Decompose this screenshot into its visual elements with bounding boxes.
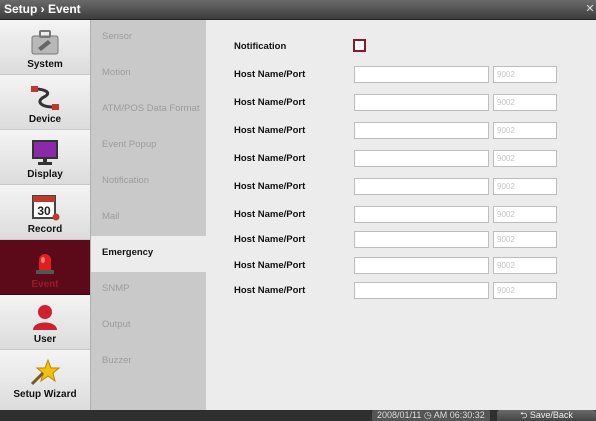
- submenu-item-notification[interactable]: Notification: [91, 164, 206, 200]
- sidebar-item-user[interactable]: User: [0, 295, 90, 350]
- sidebar-item-label: Record: [27, 224, 63, 235]
- host-name-input[interactable]: [354, 231, 489, 248]
- star-wand-icon: [30, 358, 60, 386]
- submenu-item-label: Buzzer: [102, 355, 132, 366]
- datetime-display: 2008/01/11 ◷ AM 06:30:32: [372, 410, 490, 421]
- window-title: Setup › Event: [4, 2, 81, 16]
- host-name-input[interactable]: [354, 282, 489, 299]
- port-input[interactable]: 9002: [493, 66, 557, 83]
- event-submenu: Sensor Motion ATM/POS Data Format Event …: [91, 20, 206, 410]
- host-port-label: Host Name/Port: [234, 285, 306, 296]
- sidebar-item-label: User: [33, 334, 57, 345]
- port-input[interactable]: 9002: [493, 231, 557, 248]
- port-input[interactable]: 9002: [493, 282, 557, 299]
- sidebar-item-label: System: [27, 59, 63, 70]
- submenu-item-label: Emergency: [102, 247, 154, 258]
- submenu-item-label: Mail: [102, 211, 120, 222]
- submenu-item-snmp[interactable]: SNMP: [91, 272, 206, 308]
- port-input[interactable]: 9002: [493, 94, 557, 111]
- port-input[interactable]: 9002: [493, 178, 557, 195]
- submenu-item-buzzer[interactable]: Buzzer: [91, 344, 206, 380]
- host-name-input[interactable]: [354, 150, 489, 167]
- port-input[interactable]: 9002: [493, 206, 557, 223]
- svg-text:30: 30: [37, 204, 51, 218]
- host-port-label: Host Name/Port: [234, 69, 306, 80]
- sidebar-item-event[interactable]: Event: [0, 240, 90, 295]
- save-back-button[interactable]: ⮌ Save/Back: [497, 410, 596, 421]
- host-name-input[interactable]: [354, 122, 489, 139]
- host-name-input[interactable]: [354, 66, 489, 83]
- siren-icon: [36, 254, 54, 274]
- title-bar: Setup › Event ✕: [0, 0, 596, 20]
- submenu-item-label: Output: [102, 319, 131, 330]
- toolbox-icon: [31, 30, 59, 55]
- host-name-input[interactable]: [354, 257, 489, 274]
- sidebar-item-device[interactable]: Device: [0, 75, 90, 130]
- port-input[interactable]: 9002: [493, 122, 557, 139]
- submenu-item-label: ATM/POS Data Format: [102, 103, 200, 114]
- port-input[interactable]: 9002: [493, 257, 557, 274]
- sidebar-item-label: Device: [28, 114, 62, 125]
- user-icon: [33, 305, 57, 330]
- submenu-item-motion[interactable]: Motion: [91, 56, 206, 92]
- host-port-label: Host Name/Port: [234, 181, 306, 192]
- submenu-item-label: Event Popup: [102, 139, 157, 150]
- submenu-item-emergency[interactable]: Emergency: [91, 236, 206, 272]
- cable-icon: [31, 86, 59, 110]
- host-port-label: Host Name/Port: [234, 97, 306, 108]
- submenu-item-mail[interactable]: Mail: [91, 200, 206, 236]
- host-port-label: Host Name/Port: [234, 153, 306, 164]
- submenu-item-label: Notification: [102, 175, 149, 186]
- notification-label: Notification: [234, 41, 287, 52]
- emergency-settings-panel: Notification Host Name/Port 9002 Host Na…: [206, 20, 596, 410]
- submenu-item-sensor[interactable]: Sensor: [91, 20, 206, 56]
- submenu-item-label: SNMP: [102, 283, 130, 294]
- port-input[interactable]: 9002: [493, 150, 557, 167]
- calendar-icon: 30: [32, 195, 60, 221]
- sidebar-item-label: Setup Wizard: [13, 389, 77, 400]
- close-icon[interactable]: ✕: [584, 2, 596, 16]
- submenu-item-label: Sensor: [102, 31, 133, 42]
- host-name-input[interactable]: [354, 206, 489, 223]
- submenu-item-label: Motion: [102, 67, 131, 78]
- sidebar-item-system[interactable]: System: [0, 20, 90, 75]
- sidebar-item-record[interactable]: 30 Record: [0, 185, 90, 240]
- sidebar-item-setup-wizard[interactable]: Setup Wizard: [0, 350, 90, 410]
- host-name-input[interactable]: [354, 94, 489, 111]
- host-port-label: Host Name/Port: [234, 125, 306, 136]
- sidebar-item-display[interactable]: Display: [0, 130, 90, 185]
- notification-checkbox[interactable]: [353, 39, 366, 52]
- submenu-item-event-popup[interactable]: Event Popup: [91, 128, 206, 164]
- sidebar-item-label: Event: [31, 279, 59, 290]
- host-name-input[interactable]: [354, 178, 489, 195]
- sidebar-item-label: Display: [27, 169, 63, 180]
- host-port-label: Host Name/Port: [234, 260, 306, 271]
- category-sidebar: System Device Display 30 Record Event Us…: [0, 20, 91, 410]
- submenu-item-output[interactable]: Output: [91, 308, 206, 344]
- host-port-label: Host Name/Port: [234, 209, 306, 220]
- monitor-icon: [32, 140, 58, 165]
- host-port-label: Host Name/Port: [234, 234, 306, 245]
- submenu-item-atm-pos[interactable]: ATM/POS Data Format: [91, 92, 206, 128]
- status-bar: 2008/01/11 ◷ AM 06:30:32 ⮌ Save/Back: [0, 410, 596, 421]
